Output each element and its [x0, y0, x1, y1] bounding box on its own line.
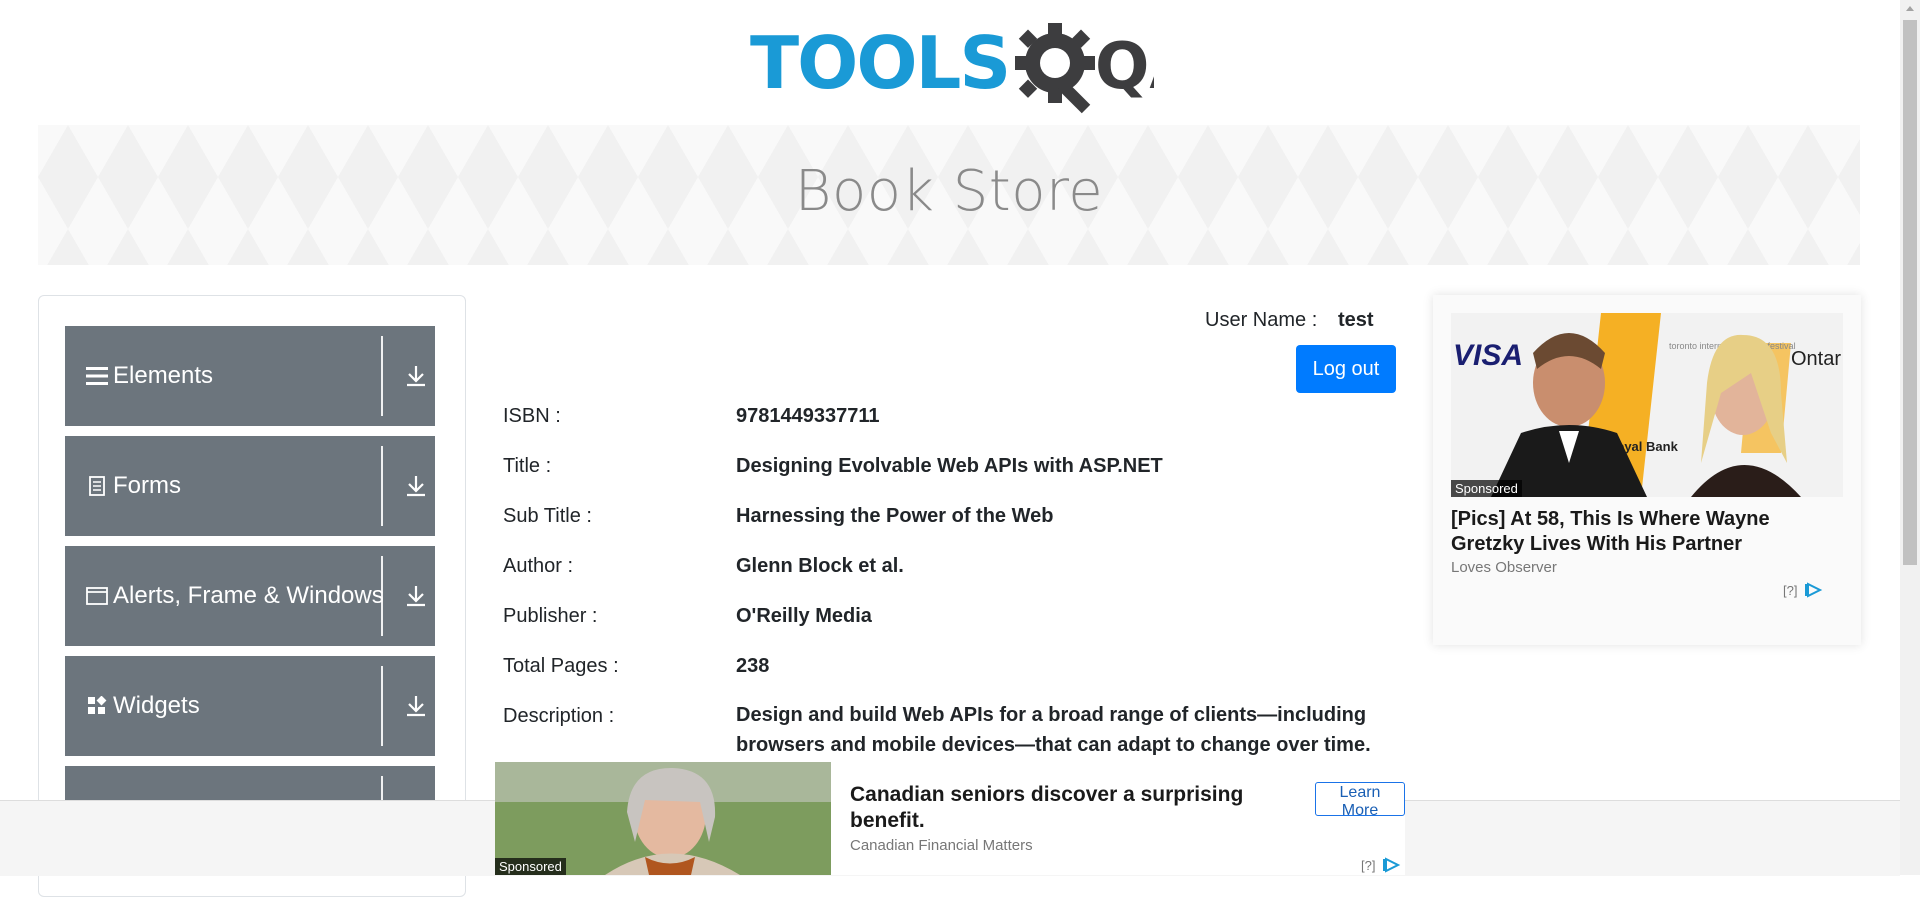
ad-info-link[interactable]: [?] [1783, 583, 1797, 598]
ad-image[interactable]: VISA Ontar Royal Bank toronto internatio… [1451, 313, 1843, 497]
title-label: Title : [503, 455, 552, 477]
subtitle-value: Harnessing the Power of the Web [736, 505, 1054, 527]
ad-image[interactable]: Sponsored [495, 762, 831, 875]
download-arrow-icon[interactable] [405, 584, 427, 608]
page-title: Book Store [794, 159, 1104, 224]
ad-info-link[interactable]: [?] [1361, 858, 1375, 873]
sponsored-tag: Sponsored [495, 858, 566, 875]
logo-text-tools: TOOLS [750, 21, 1009, 105]
total-pages-label: Total Pages : [503, 655, 619, 677]
description-label: Description : [503, 705, 615, 727]
username-value: test [1338, 309, 1374, 331]
scrollbar-thumb[interactable] [1903, 20, 1917, 565]
sidebar-item-elements[interactable]: Elements [65, 326, 435, 426]
logout-button[interactable]: Log out [1296, 345, 1396, 393]
widgets-grid-icon [85, 694, 109, 718]
sidebar-item-label: Forms [113, 472, 181, 499]
document-icon [85, 474, 109, 498]
sponsored-ad-side[interactable]: VISA Ontar Royal Bank toronto internatio… [1433, 295, 1861, 645]
username-label: User Name : [1205, 309, 1318, 331]
isbn-value: 9781449337711 [736, 405, 880, 427]
ad-source: Loves Observer [1451, 559, 1557, 576]
total-pages-value: 238 [736, 655, 770, 677]
toolsqa-logo[interactable]: TOOLS QA [750, 18, 1199, 114]
download-arrow-icon[interactable] [405, 364, 427, 388]
logo-text-qa: QA [1095, 30, 1154, 104]
title-value: Designing Evolvable Web APIs with ASP.NE… [736, 455, 1163, 477]
sidebar-item-label: Widgets [113, 692, 200, 719]
separator [381, 666, 383, 746]
adchoices-icon[interactable] [1805, 582, 1823, 598]
ad-headline[interactable]: Canadian seniors discover a surprising b… [850, 782, 1270, 834]
isbn-label: ISBN : [503, 405, 561, 427]
subtitle-label: Sub Title : [503, 505, 592, 527]
hamburger-icon [85, 364, 109, 388]
vertical-scrollbar[interactable] [1900, 0, 1920, 875]
sidebar-item-widgets[interactable]: Widgets [65, 656, 435, 756]
sidebar-item-forms[interactable]: Forms [65, 436, 435, 536]
ad-source: Canadian Financial Matters [850, 837, 1033, 854]
sidebar-item-label: Elements [113, 362, 214, 389]
separator [381, 446, 383, 526]
download-arrow-icon[interactable] [405, 694, 427, 718]
gear-magnifier-icon [1015, 23, 1095, 114]
sidebar-item-alerts-frame-windows[interactable]: Alerts, Frame & Windows [65, 546, 435, 646]
learn-more-button[interactable]: Learn More [1315, 782, 1405, 819]
ad-ontario-text: Ontar [1791, 348, 1841, 370]
ad-visa-text: VISA [1453, 339, 1523, 372]
sidebar-item-label: Alerts, Frame & Windows [113, 582, 384, 609]
author-label: Author : [503, 555, 574, 577]
download-arrow-icon[interactable] [405, 474, 427, 498]
publisher-value: O'Reilly Media [736, 605, 872, 627]
ad-headline[interactable]: [Pics] At 58, This Is Where Wayne Gretzk… [1451, 507, 1841, 557]
page-banner: Book Store [38, 125, 1860, 265]
adchoices-icon[interactable] [1383, 857, 1401, 873]
sponsored-tag: Sponsored [1451, 480, 1522, 497]
scroll-up-arrow-icon[interactable] [1906, 6, 1914, 11]
publisher-label: Publisher : [503, 605, 598, 627]
separator [381, 336, 383, 416]
window-icon [85, 584, 109, 608]
author-value: Glenn Block et al. [736, 555, 904, 577]
sponsored-ad-bottom[interactable]: Sponsored Canadian seniors discover a su… [495, 762, 1405, 875]
separator [381, 556, 383, 636]
